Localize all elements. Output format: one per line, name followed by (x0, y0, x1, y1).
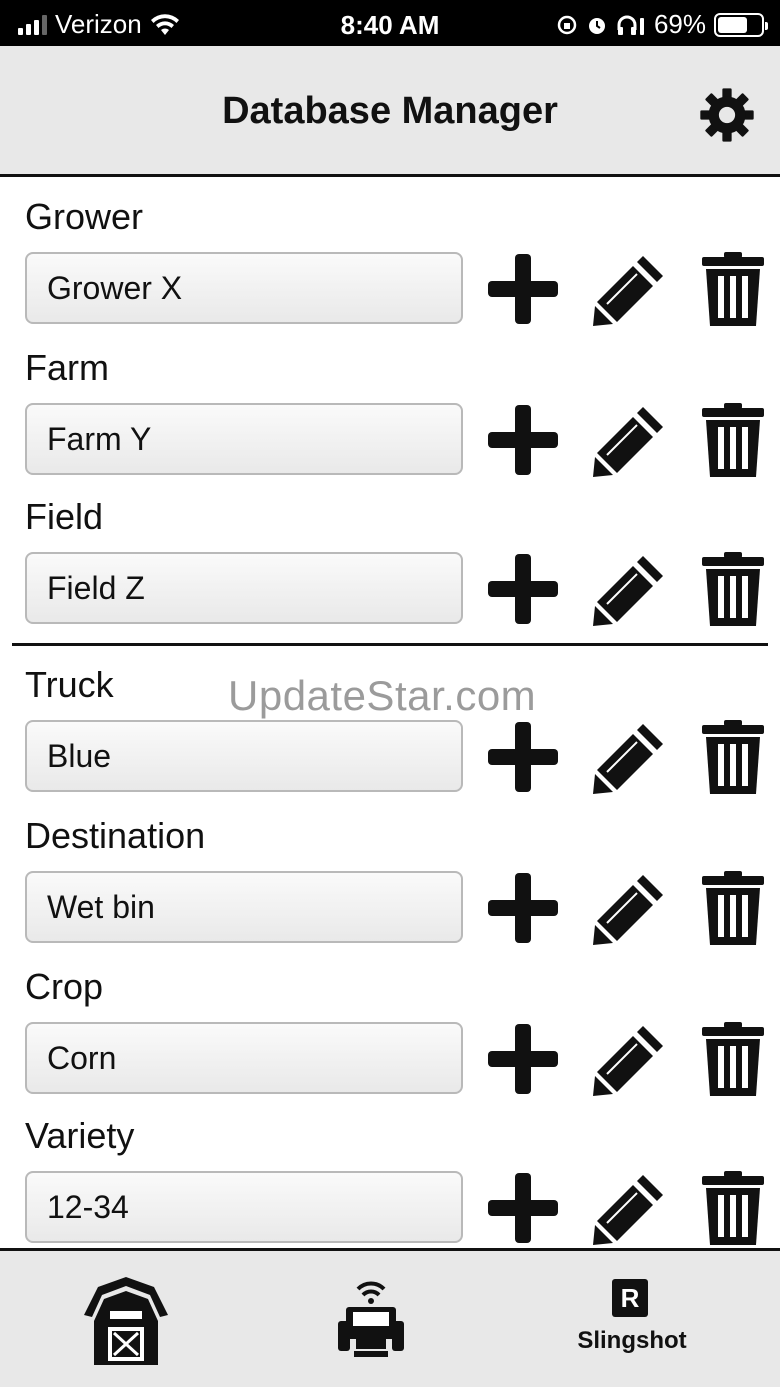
battery-icon (714, 12, 768, 37)
slingshot-logo-icon: R (612, 1279, 648, 1317)
grower-select[interactable]: Grower X (25, 252, 463, 324)
pencil-icon[interactable] (593, 252, 667, 326)
barn-icon (84, 1277, 168, 1365)
row-label: Field (25, 496, 104, 537)
truck-select[interactable]: Blue (25, 720, 463, 792)
plus-icon[interactable] (486, 1022, 560, 1096)
tractor-wireless-icon (338, 1281, 404, 1357)
alarm-icon (588, 17, 605, 34)
record-row-grower: Grower Grower X (0, 196, 780, 342)
record-row-farm: Farm Farm Y (0, 347, 780, 493)
status-right: 69% (556, 9, 768, 40)
farm-select[interactable]: Farm Y (25, 403, 463, 475)
page-title: Database Manager (222, 90, 558, 132)
variety-select[interactable]: 12-34 (25, 1171, 463, 1243)
gear-icon[interactable] (698, 86, 756, 144)
pencil-icon[interactable] (593, 403, 667, 477)
tab-slingshot[interactable]: R Slingshot (570, 1251, 694, 1387)
tab-bar: R Slingshot (0, 1248, 780, 1387)
trash-icon[interactable] (700, 720, 766, 794)
tab-barn[interactable] (80, 1251, 172, 1387)
pencil-icon[interactable] (593, 552, 667, 626)
plus-icon[interactable] (486, 871, 560, 945)
record-row-variety: Variety 12-34 (0, 1115, 780, 1261)
row-label: Variety (25, 1115, 135, 1156)
status-bar: Verizon 8:40 AM 69% (0, 0, 780, 46)
row-label: Grower (25, 196, 144, 237)
row-label: Destination (25, 815, 206, 856)
section-divider (12, 643, 768, 646)
record-row-crop: Crop Corn (0, 966, 780, 1112)
trash-icon[interactable] (700, 403, 766, 477)
plus-icon[interactable] (486, 252, 560, 326)
trash-icon[interactable] (700, 552, 766, 626)
row-label: Farm (25, 347, 109, 388)
field-select[interactable]: Field Z (25, 552, 463, 624)
headphones-icon (617, 15, 644, 35)
pencil-icon[interactable] (593, 720, 667, 794)
row-label: Crop (25, 966, 104, 1007)
trash-icon[interactable] (700, 1171, 766, 1245)
pencil-icon[interactable] (593, 871, 667, 945)
trash-icon[interactable] (700, 1022, 766, 1096)
plus-icon[interactable] (486, 1171, 560, 1245)
battery-percent: 69% (653, 9, 706, 39)
plus-icon[interactable] (486, 720, 560, 794)
pencil-icon[interactable] (593, 1171, 667, 1245)
tab-tractor[interactable] (336, 1251, 406, 1387)
pencil-icon[interactable] (593, 1022, 667, 1096)
plus-icon[interactable] (486, 403, 560, 477)
record-row-field: Field Field Z (0, 496, 780, 642)
rotation-lock-icon (557, 15, 577, 34)
tab-label: Slingshot (577, 1327, 687, 1354)
app-header: Database Manager (0, 46, 780, 177)
crop-select[interactable]: Corn (25, 1022, 463, 1094)
row-label: Truck (25, 664, 114, 705)
trash-icon[interactable] (700, 871, 766, 945)
trash-icon[interactable] (700, 252, 766, 326)
watermark: UpdateStar.com (228, 672, 537, 719)
record-row-destination: Destination Wet bin (0, 815, 780, 961)
plus-icon[interactable] (486, 552, 560, 626)
destination-select[interactable]: Wet bin (25, 871, 463, 943)
